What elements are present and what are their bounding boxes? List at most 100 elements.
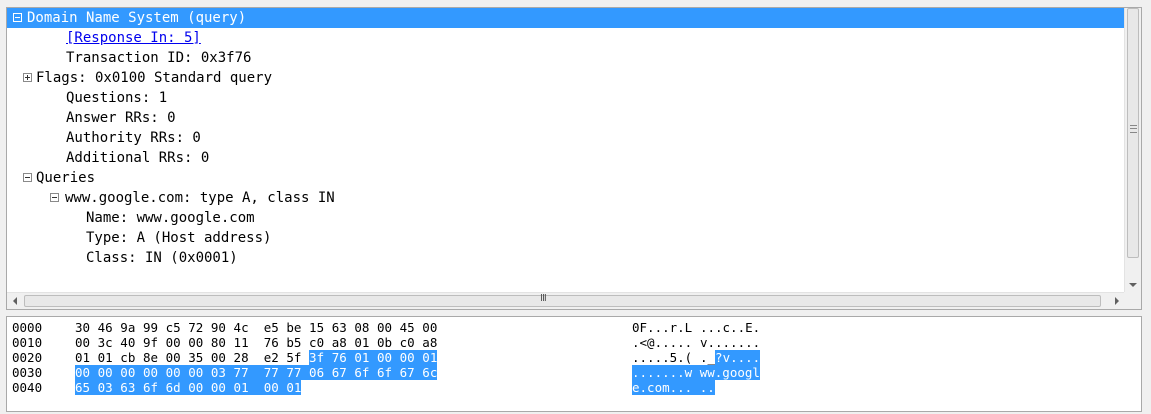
hex-byte[interactable]: 03 xyxy=(210,365,234,380)
hex-byte[interactable]: 3f xyxy=(309,350,332,365)
ascii-text[interactable]: .....5.( xyxy=(632,350,692,365)
hex-byte[interactable]: 00 xyxy=(75,365,98,380)
hex-byte[interactable]: 99 xyxy=(143,320,158,335)
hex-byte[interactable]: 0b xyxy=(377,335,392,350)
hex-byte[interactable]: 00 xyxy=(120,365,143,380)
hex-row[interactable]: 0040 65 03 63 6f 6d 00 00 01 00 01 e.com... .. xyxy=(7,380,1107,395)
vertical-scroll-thumb[interactable] xyxy=(1127,8,1139,258)
hex-byte[interactable]: 01 xyxy=(422,350,438,365)
ascii-text[interactable]: v....... xyxy=(700,335,760,350)
hex-byte[interactable]: b5 xyxy=(286,335,301,350)
hex-byte[interactable]: 01 xyxy=(98,350,113,365)
hex-row[interactable]: 0010 00 3c 40 9f 00 00 80 11 76 b5 c0 a8 01 0b c0 a8 .<@.… xyxy=(7,335,1107,350)
hex-byte[interactable]: 35 xyxy=(188,350,203,365)
hex-byte[interactable]: 76 xyxy=(264,335,279,350)
tree-item[interactable]: Domain Name System (query) xyxy=(7,8,1125,28)
hex-byte[interactable]: 00 xyxy=(188,380,211,395)
hex-byte[interactable]: 63 xyxy=(332,320,347,335)
hex-byte[interactable]: 00 xyxy=(142,365,166,380)
expand-plus-icon[interactable] xyxy=(23,73,32,82)
hex-byte[interactable]: 6c xyxy=(422,365,438,380)
hex-byte[interactable]: 8e xyxy=(143,350,158,365)
hex-byte[interactable]: 00 xyxy=(210,380,234,395)
hex-byte[interactable]: 76 xyxy=(331,350,355,365)
hex-byte[interactable]: 00 xyxy=(97,365,121,380)
ascii-text[interactable]: 0F...r.L xyxy=(632,320,692,335)
hex-byte[interactable]: 6f xyxy=(377,365,400,380)
hex-byte[interactable]: 01 xyxy=(286,380,302,395)
hex-byte[interactable]: 6d xyxy=(165,380,189,395)
hex-byte[interactable]: 80 xyxy=(211,335,226,350)
hex-byte[interactable]: a8 xyxy=(332,335,347,350)
hex-byte[interactable]: 06 xyxy=(309,365,332,380)
hex-byte[interactable]: 90 xyxy=(211,320,226,335)
ascii-text[interactable]: .......w ww.googl xyxy=(632,365,760,380)
hex-row[interactable]: 0020 01 01 cb 8e 00 35 00 28 e2 5f 3f 76 01 00 00 01....… xyxy=(7,350,1107,365)
horizontal-scrollbar[interactable]: III xyxy=(7,292,1125,309)
hex-byte[interactable]: 00 xyxy=(211,350,226,365)
hex-byte[interactable]: 6f xyxy=(142,380,166,395)
hex-byte[interactable]: 63 xyxy=(120,380,143,395)
hex-row[interactable]: 0000 30 46 9a 99 c5 72 90 4c e5 be 15 63 08 00 45 00 0F..… xyxy=(7,320,1107,335)
hex-byte[interactable]: e5 xyxy=(264,320,279,335)
hex-byte[interactable]: 00 xyxy=(422,320,437,335)
scroll-left-arrow-icon[interactable] xyxy=(7,293,24,309)
hex-byte[interactable]: 77 xyxy=(286,365,310,380)
ascii-text[interactable] xyxy=(692,320,700,335)
hex-byte[interactable]: 00 xyxy=(263,380,287,395)
tree-item-link[interactable]: [Response In: 5] xyxy=(66,28,201,48)
hex-byte[interactable]: 11 xyxy=(234,335,249,350)
horizontal-scroll-thumb[interactable]: III xyxy=(24,293,1101,307)
hex-byte[interactable]: 77 xyxy=(233,365,264,380)
hex-byte[interactable]: 65 xyxy=(75,380,98,395)
packet-bytes-pane[interactable]: 0000 30 46 9a 99 c5 72 90 4c e5 be 15 63 08 00 45 00 0F..… xyxy=(6,316,1142,412)
hex-byte[interactable]: 3c xyxy=(98,335,113,350)
hex-byte[interactable]: 40 xyxy=(120,335,135,350)
hex-byte[interactable]: cb xyxy=(120,350,135,365)
hex-byte[interactable]: 01 xyxy=(354,350,377,365)
ascii-text[interactable]: e.com... .. xyxy=(632,380,715,395)
hex-byte[interactable]: 72 xyxy=(188,320,203,335)
ascii-text[interactable]: ?v.... xyxy=(715,350,761,365)
hex-byte[interactable]: c5 xyxy=(166,320,181,335)
hex-byte[interactable]: 9f xyxy=(143,335,158,350)
collapse-minus-icon[interactable] xyxy=(50,193,59,202)
hex-byte[interactable]: 00 xyxy=(377,350,400,365)
ascii-text[interactable]: ...c..E. xyxy=(700,320,760,335)
ascii-text[interactable]: .<@..... xyxy=(632,335,692,350)
packet-details-pane[interactable]: Domain Name System (query) [Response In: … xyxy=(6,7,1142,310)
hex-byte[interactable]: 00 xyxy=(399,350,423,365)
hex-byte[interactable]: e2 xyxy=(264,350,279,365)
hex-byte[interactable]: 9a xyxy=(120,320,135,335)
hex-byte[interactable]: 67 xyxy=(331,365,355,380)
hex-byte[interactable]: 00 xyxy=(377,320,392,335)
packet-details-tree[interactable]: Domain Name System (query) [Response In: … xyxy=(7,8,1125,293)
hex-byte[interactable]: 00 xyxy=(188,335,203,350)
hex-byte[interactable]: 08 xyxy=(354,320,369,335)
hex-byte[interactable]: 00 xyxy=(165,365,189,380)
hex-byte[interactable]: 6f xyxy=(354,365,377,380)
ascii-text[interactable] xyxy=(692,335,700,350)
hex-byte[interactable]: 4c xyxy=(234,320,249,335)
hex-byte[interactable]: 00 xyxy=(166,350,181,365)
hex-byte[interactable]: c0 xyxy=(400,335,415,350)
collapse-minus-icon[interactable] xyxy=(23,173,32,182)
hex-byte[interactable]: 67 xyxy=(399,365,423,380)
hex-byte[interactable]: 30 xyxy=(75,320,90,335)
hex-byte[interactable]: 46 xyxy=(98,320,113,335)
hex-byte[interactable]: 15 xyxy=(309,320,324,335)
scroll-down-arrow-icon[interactable] xyxy=(1125,276,1141,293)
hex-byte[interactable]: 45 xyxy=(400,320,415,335)
collapse-minus-icon[interactable] xyxy=(13,13,22,22)
hex-byte[interactable]: 00 xyxy=(75,335,90,350)
hex-byte[interactable]: be xyxy=(286,320,301,335)
hex-byte[interactable]: 03 xyxy=(97,380,121,395)
scroll-right-arrow-icon[interactable] xyxy=(1108,293,1125,309)
hex-byte[interactable]: a8 xyxy=(422,335,437,350)
hex-byte[interactable]: 00 xyxy=(188,365,211,380)
hex-byte[interactable]: 77 xyxy=(263,365,287,380)
hex-row[interactable]: 0030 00 00 00 00 00 00 03 77 77 77 06 67 6f 6f 67 6c....… xyxy=(7,365,1107,380)
ascii-text[interactable]: ._ xyxy=(700,350,715,365)
hex-byte[interactable]: 01 xyxy=(354,335,369,350)
hex-byte[interactable]: c0 xyxy=(309,335,324,350)
